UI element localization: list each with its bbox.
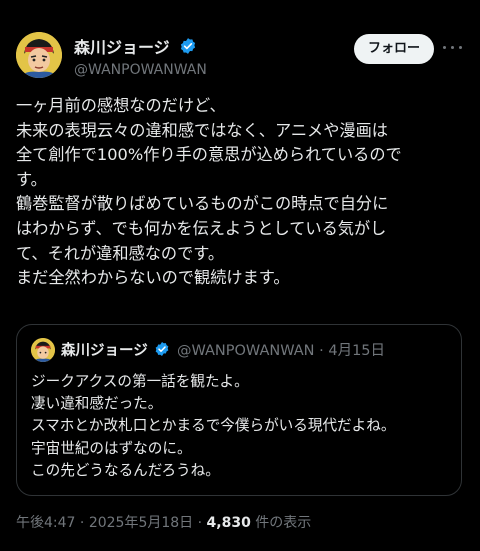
tweet-line: 全て創作で100%作り手の意思が込められているので: [16, 145, 402, 165]
quoted-line: ジークアクスの第一話を観たよ。: [31, 373, 249, 390]
post-date[interactable]: 2025年5月18日: [89, 515, 193, 531]
quoted-line: この先どうなるんだろうね。: [31, 461, 220, 479]
quoted-line: スマホとか改札口とかまるで今僕らがいる現代だよね。: [31, 417, 396, 435]
author-display-name[interactable]: 森川ジョージ: [74, 34, 170, 58]
follow-button[interactable]: フォロー: [353, 34, 434, 64]
tweet-line: はわからず、でも何かを伝えようとしている気がし: [16, 218, 387, 238]
verified-badge-icon: [155, 342, 169, 356]
tweet-line: て、それが違和感なのです。: [16, 243, 225, 263]
avatar[interactable]: [16, 32, 62, 78]
quoted-tweet-card[interactable]: 森川ジョージ @WANPOWANWAN · 4月15日 ジークアクスの第一話を観…: [16, 324, 462, 496]
tweet-text: 一ヶ月前の感想なのだけど、 未来の表現云々の違和感ではなく、アニメや漫画は 全て…: [16, 94, 468, 291]
tweet-line: まだ全然わからないので観続けます。: [16, 268, 290, 288]
quoted-display-name[interactable]: 森川ジョージ: [61, 343, 148, 359]
quoted-text: ジークアクスの第一話を観たよ。 凄い違和感だった。 スマホとか改札口とかまるで今…: [31, 371, 451, 482]
author-handle[interactable]: @WANPOWANWAN: [74, 62, 207, 78]
avatar-illustration: [31, 338, 55, 362]
quoted-handle[interactable]: @WANPOWANWAN: [177, 343, 315, 359]
more-dots-icon[interactable]: [442, 36, 464, 58]
separator-dot: ·: [79, 515, 85, 531]
avatar-illustration: [16, 32, 62, 78]
tweet-line: 未来の表現云々の違和感ではなく、アニメや漫画は: [16, 120, 388, 140]
tweet-header: 森川ジョージ @WANPOWANWAN フォロー: [16, 32, 464, 84]
separator-dot: ·: [197, 515, 203, 531]
verified-badge-icon: [180, 38, 195, 54]
quoted-line: 宇宙世紀のはずなのに。: [31, 439, 192, 457]
tweet-line: 一ヶ月前の感想なのだけど、: [16, 96, 226, 115]
separator-dot: ·: [319, 343, 324, 359]
tweet-line: 鶴巻監督が散りばめているものがこの時点で自分に: [16, 194, 389, 214]
tweet-meta: 午後4:47 · 2025年5月18日 · 4,830 件の表示: [16, 512, 311, 532]
author-names: 森川ジョージ @WANPOWANWAN: [74, 34, 207, 78]
views-label: 件の表示: [255, 515, 312, 531]
post-time[interactable]: 午後4:47: [16, 515, 75, 531]
quoted-line: 凄い違和感だった。: [31, 395, 163, 413]
views-count: 4,830: [206, 515, 251, 531]
quoted-date[interactable]: 4月15日: [328, 343, 385, 359]
quoted-avatar[interactable]: [31, 338, 55, 362]
quoted-header: 森川ジョージ @WANPOWANWAN · 4月15日: [61, 339, 385, 360]
tweet-line: す。: [16, 169, 47, 189]
